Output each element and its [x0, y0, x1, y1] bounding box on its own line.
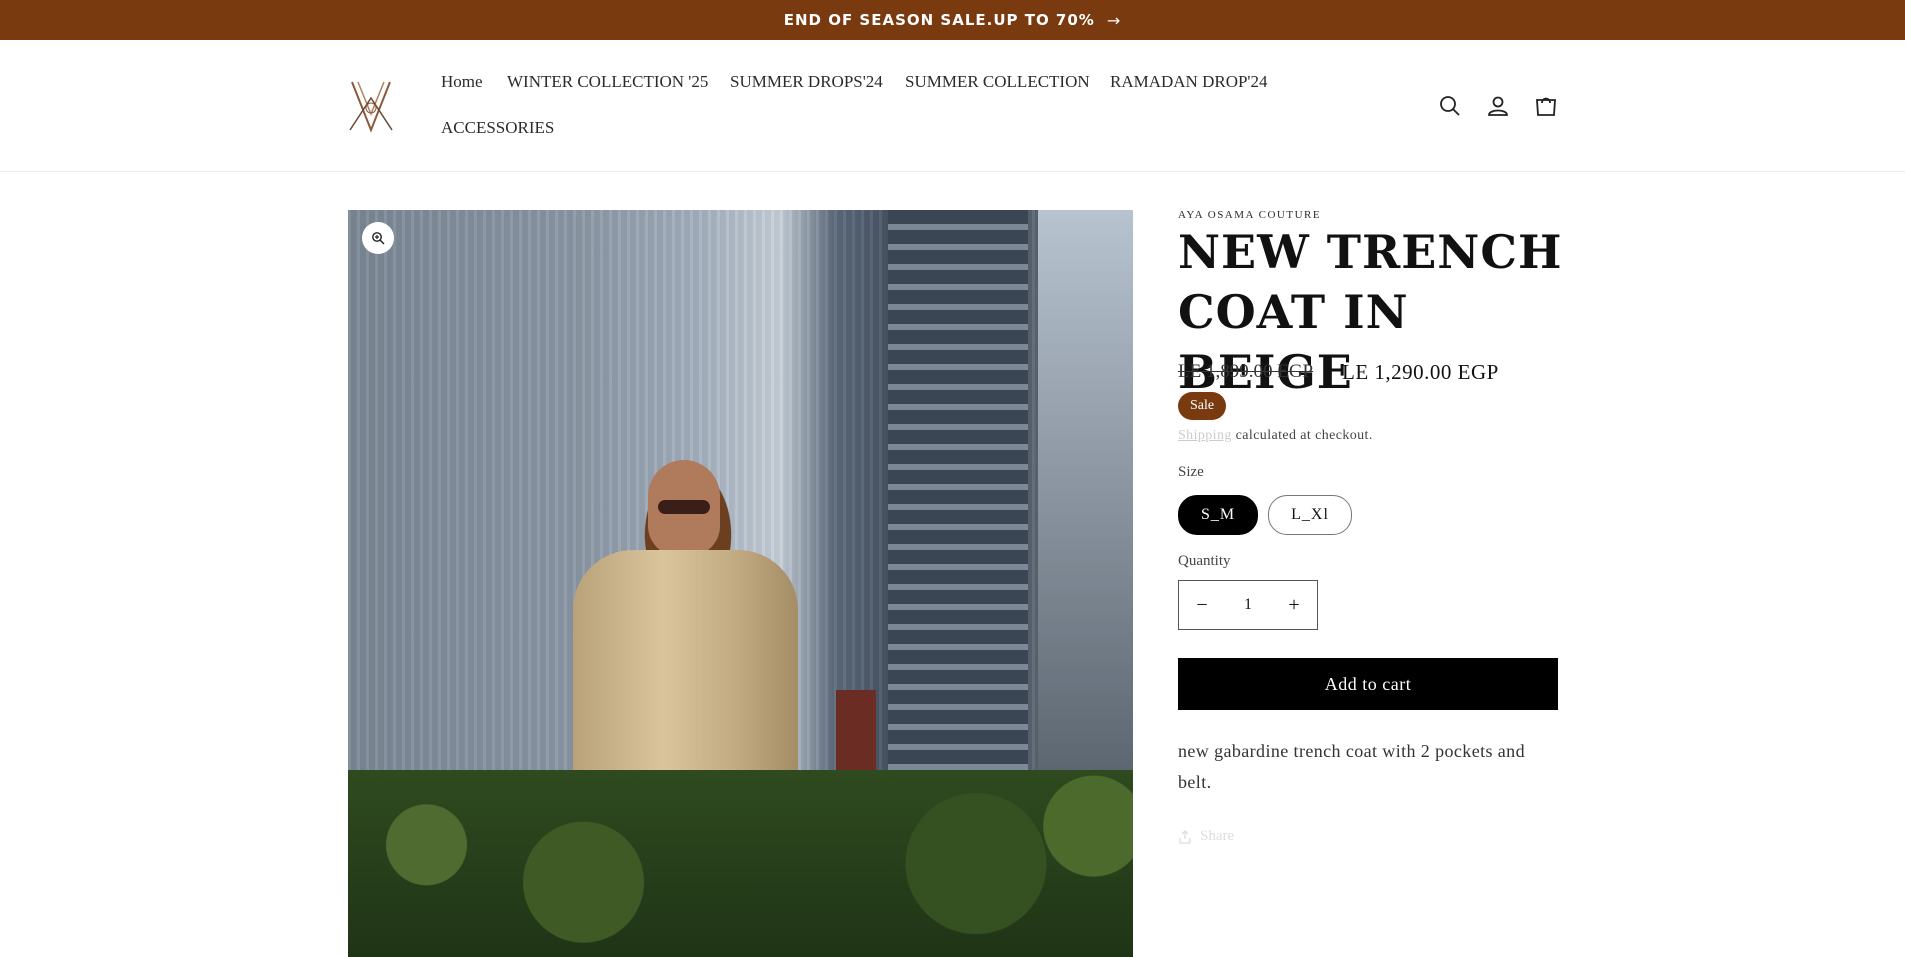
- quantity-input[interactable]: 1: [1225, 596, 1271, 614]
- add-to-cart-button[interactable]: Add to cart: [1178, 658, 1558, 710]
- image-sunglasses: [658, 500, 710, 514]
- nav-item-ramadan-drop[interactable]: RAMADAN DROP'24: [1110, 72, 1268, 92]
- size-option-l-xl[interactable]: L_Xl: [1268, 495, 1352, 535]
- zoom-icon[interactable]: [362, 222, 394, 254]
- quantity-label: Quantity: [1178, 553, 1231, 569]
- nav-item-summer-drops[interactable]: SUMMER DROPS'24: [730, 72, 883, 92]
- image-glass: [1038, 210, 1133, 810]
- shipping-note: Shipping calculated at checkout.: [1178, 428, 1373, 444]
- quantity-increase-button[interactable]: +: [1271, 594, 1317, 617]
- announcement-text: END OF SEASON SALE.UP TO 70%: [783, 11, 1095, 29]
- share-label: Share: [1200, 828, 1235, 844]
- brand-logo[interactable]: [348, 78, 394, 136]
- price-compare-at: LE 1,899.00 EGP: [1178, 361, 1314, 382]
- nav-item-accessories[interactable]: ACCESSORIES: [441, 118, 554, 138]
- announcement-bar[interactable]: END OF SEASON SALE.UP TO 70% →: [0, 0, 1905, 40]
- price-sale: LE 1,290.00 EGP: [1342, 360, 1499, 384]
- arrow-right-icon: →: [1106, 10, 1122, 30]
- quantity-decrease-button[interactable]: −: [1179, 594, 1225, 617]
- shipping-text: calculated at checkout.: [1235, 428, 1373, 443]
- cart-icon[interactable]: [1530, 90, 1562, 122]
- nav-item-home[interactable]: Home: [441, 72, 483, 92]
- image-foliage: [348, 770, 1133, 957]
- product-image[interactable]: [348, 210, 1133, 957]
- nav-item-winter-collection[interactable]: WINTER COLLECTION '25: [507, 72, 708, 92]
- share-icon: [1179, 829, 1191, 844]
- shipping-link[interactable]: Shipping: [1178, 428, 1232, 443]
- search-icon[interactable]: [1434, 90, 1466, 122]
- size-option-s-m[interactable]: S_M: [1178, 495, 1258, 535]
- product-description: new gabardine trench coat with 2 pockets…: [1178, 741, 1525, 792]
- account-icon[interactable]: [1482, 90, 1514, 122]
- size-label: Size: [1178, 464, 1204, 480]
- product-vendor: AYA OSAMA COUTURE: [1178, 209, 1322, 221]
- site-header: Home WINTER COLLECTION '25 SUMMER DROPS'…: [0, 40, 1905, 172]
- quantity-stepper: − 1 +: [1178, 580, 1318, 630]
- sale-badge: Sale: [1178, 392, 1227, 420]
- share-button[interactable]: Share: [1178, 828, 1234, 845]
- nav-item-summer-collection[interactable]: SUMMER COLLECTION: [905, 72, 1090, 92]
